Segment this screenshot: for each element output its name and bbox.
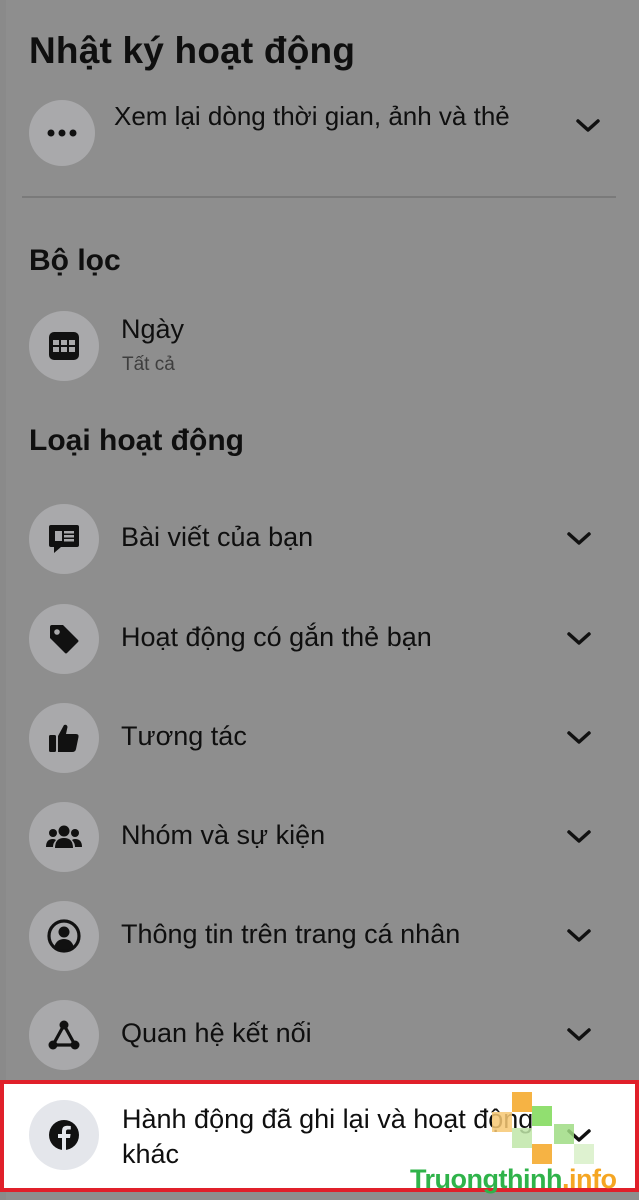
review-timeline-row[interactable]: Xem lại dòng thời gian, ảnh và thẻ	[29, 98, 609, 178]
activity-item-your-posts[interactable]: Bài viết của bạn	[29, 500, 609, 580]
chevron-down-icon[interactable]	[566, 1027, 592, 1043]
date-filter-row[interactable]: Ngày Tất cả	[29, 308, 609, 384]
tag-icon	[29, 604, 99, 674]
activity-item-label: Tương tác	[121, 721, 247, 751]
activity-item-profile-info[interactable]: Thông tin trên trang cá nhân	[29, 897, 609, 977]
facebook-icon	[29, 1100, 99, 1170]
activity-item-connections[interactable]: Quan hệ kết nối	[29, 996, 609, 1076]
more-icon	[29, 100, 95, 166]
activity-types-heading: Loại hoạt động	[29, 424, 244, 457]
chevron-down-icon[interactable]	[566, 1128, 592, 1144]
activity-item-label: Quan hệ kết nối	[121, 1018, 312, 1048]
date-filter-value: Tất cả	[122, 354, 175, 375]
chevron-down-icon[interactable]	[566, 928, 592, 944]
activity-item-tagged[interactable]: Hoạt động có gắn thẻ bạn	[29, 600, 609, 680]
like-icon	[29, 703, 99, 773]
page-title: Nhật ký hoạt động	[29, 30, 356, 71]
activity-item-label: Nhóm và sự kiện	[121, 820, 326, 850]
profile-icon	[29, 901, 99, 971]
chevron-down-icon[interactable]	[566, 730, 592, 746]
chevron-down-icon[interactable]	[566, 631, 592, 647]
activity-item-label: Bài viết của bạn	[121, 522, 314, 552]
calendar-icon	[29, 311, 99, 381]
activity-item-label: Hành động đã ghi lại và hoạt động khác	[122, 1104, 534, 1169]
connection-icon	[29, 1000, 99, 1070]
activity-item-label: Hoạt động có gắn thẻ bạn	[121, 622, 432, 652]
group-icon	[29, 802, 99, 872]
post-icon	[29, 504, 99, 574]
activity-item-interactions[interactable]: Tương tác	[29, 699, 609, 779]
chevron-down-icon[interactable]	[566, 531, 592, 547]
activity-log-panel: Nhật ký hoạt động Xem lại dòng thời gian…	[0, 0, 639, 1200]
date-filter-label: Ngày	[121, 314, 185, 344]
overlay-edge	[0, 0, 6, 1200]
chevron-down-icon[interactable]	[575, 118, 601, 134]
divider	[22, 196, 616, 198]
filters-heading: Bộ lọc	[29, 244, 121, 277]
activity-item-label: Thông tin trên trang cá nhân	[121, 919, 461, 949]
activity-item-logged-actions[interactable]: Hành động đã ghi lại và hoạt động khác	[0, 1080, 639, 1192]
review-timeline-label: Xem lại dòng thời gian, ảnh và thẻ	[114, 101, 510, 131]
chevron-down-icon[interactable]	[566, 829, 592, 845]
activity-item-groups-events[interactable]: Nhóm và sự kiện	[29, 798, 609, 878]
